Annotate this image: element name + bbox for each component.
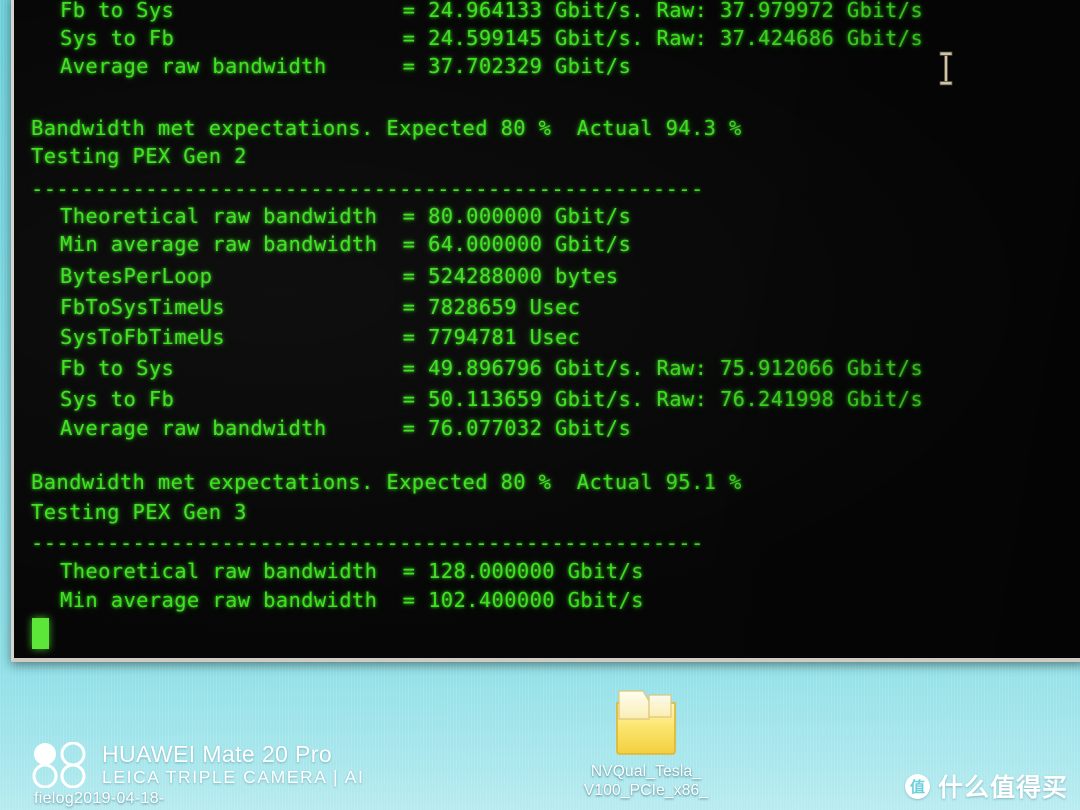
terminal-line: Min average raw bandwidth = 64.000000 Gb…: [60, 232, 632, 256]
terminal-line: SysToFbTimeUs = 7794781 Usec: [60, 325, 581, 349]
smzdm-badge-icon: 值: [905, 773, 930, 799]
huawei-watermark-line1: HUAWEI Mate 20 Pro: [102, 741, 333, 768]
terminal-output[interactable]: Fb to Sys = 24.964133 Gbit/s. Raw: 37.97…: [14, 0, 1080, 658]
huawei-watermark: HUAWEI Mate 20 Pro LEICA TRIPLE CAMERA |…: [32, 742, 364, 788]
terminal-line: Average raw bandwidth = 76.077032 Gbit/s: [60, 416, 632, 440]
terminal-line: Sys to Fb = 50.113659 Gbit/s. Raw: 76.24…: [60, 387, 924, 411]
desktop-icon-nvqual[interactable]: NVQual_Tesla_ V100_PCIe_x86_: [556, 685, 736, 801]
terminal-line: ----------------------------------------…: [31, 531, 704, 555]
smzdm-watermark-text: 什么值得买: [938, 774, 1069, 802]
terminal-line: Fb to Sys = 24.964133 Gbit/s. Raw: 37.97…: [60, 0, 924, 22]
terminal-line: Bandwidth met expectations. Expected 80 …: [31, 470, 742, 494]
huawei-camera-dots-icon: [32, 742, 86, 788]
terminal-window[interactable]: Fb to Sys = 24.964133 Gbit/s. Raw: 37.97…: [11, 0, 1080, 662]
terminal-line: Theoretical raw bandwidth = 80.000000 Gb…: [60, 204, 632, 228]
terminal-line: FbToSysTimeUs = 7828659 Usec: [60, 295, 581, 319]
terminal-cursor: [32, 618, 49, 649]
terminal-line: Testing PEX Gen 2: [31, 144, 247, 168]
terminal-line: Min average raw bandwidth = 102.400000 G…: [60, 588, 644, 612]
terminal-line: Theoretical raw bandwidth = 128.000000 G…: [60, 559, 644, 583]
desktop-icon-label: NVQual_Tesla_ V100_PCIe_x86_: [556, 763, 736, 801]
terminal-line: ----------------------------------------…: [31, 177, 704, 201]
terminal-line: Bandwidth met expectations. Expected 80 …: [31, 116, 742, 140]
huawei-watermark-line2: LEICA TRIPLE CAMERA | AI: [102, 767, 365, 788]
terminal-line: Testing PEX Gen 3: [31, 500, 247, 524]
terminal-line: Sys to Fb = 24.599145 Gbit/s. Raw: 37.42…: [60, 26, 924, 50]
desktop-icon-label-line2: V100_PCIe_x86_: [583, 781, 709, 799]
desktop-text-fielog[interactable]: fielog2019-04-18-: [34, 790, 165, 808]
folder-icon: [616, 690, 676, 755]
smzdm-watermark: 值 什么值得买: [905, 768, 1068, 804]
desktop-icon-label-line1: NVQual_Tesla_: [590, 763, 702, 780]
terminal-line: Average raw bandwidth = 37.702329 Gbit/s: [60, 54, 632, 78]
terminal-line: Fb to Sys = 49.896796 Gbit/s. Raw: 75.91…: [60, 356, 924, 380]
terminal-line: BytesPerLoop = 524288000 bytes: [60, 264, 619, 288]
